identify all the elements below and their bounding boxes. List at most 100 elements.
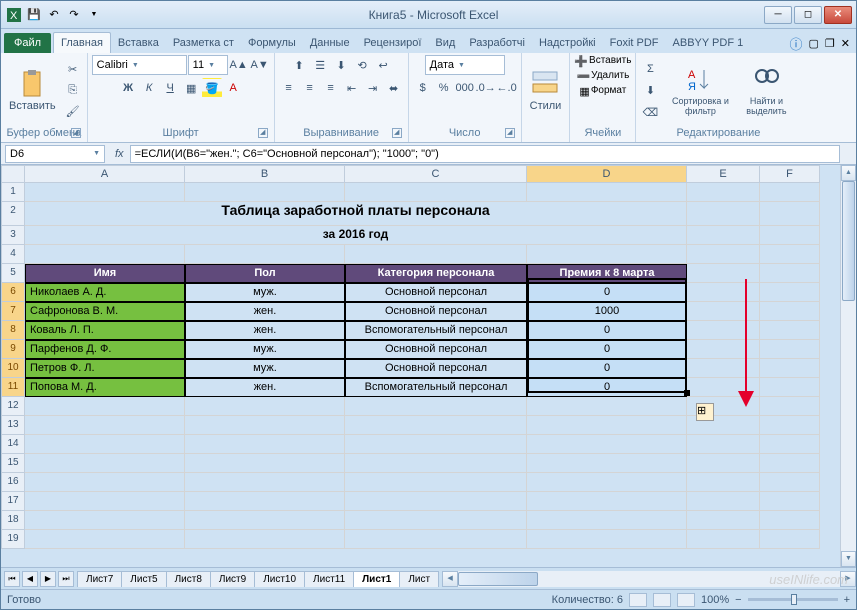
bonus-cell[interactable]: 0: [527, 283, 687, 302]
row-header[interactable]: 9: [1, 340, 25, 359]
close-workbook-icon[interactable]: ✕: [841, 37, 850, 50]
row-header[interactable]: 19: [1, 530, 25, 549]
tab-home[interactable]: Главная: [53, 32, 111, 53]
italic-button[interactable]: К: [139, 78, 159, 98]
sex-cell[interactable]: жен.: [185, 321, 345, 340]
cell[interactable]: [185, 245, 345, 264]
cell[interactable]: [760, 245, 820, 264]
autosum-button[interactable]: Σ: [640, 59, 660, 79]
paste-button[interactable]: Вставить: [5, 68, 60, 114]
fill-handle[interactable]: [684, 390, 690, 396]
scroll-down[interactable]: ▼: [841, 551, 856, 567]
align-right[interactable]: ≡: [321, 78, 341, 98]
bonus-cell[interactable]: 1000: [527, 302, 687, 321]
tab-layout[interactable]: Разметка ст: [166, 33, 241, 53]
cell[interactable]: [185, 530, 345, 549]
row-header[interactable]: 17: [1, 492, 25, 511]
copy-button[interactable]: ⎘: [63, 81, 83, 101]
cell[interactable]: [687, 183, 760, 202]
cell[interactable]: [527, 492, 687, 511]
row-header[interactable]: 14: [1, 435, 25, 454]
col-B[interactable]: B: [185, 165, 345, 183]
inc-decimal[interactable]: .0→: [476, 78, 496, 98]
sex-cell[interactable]: жен.: [185, 378, 345, 397]
cell[interactable]: [527, 473, 687, 492]
bonus-cell[interactable]: 0: [527, 359, 687, 378]
col-E[interactable]: E: [687, 165, 760, 183]
cell[interactable]: [760, 416, 820, 435]
cell[interactable]: [25, 473, 185, 492]
cell[interactable]: [760, 530, 820, 549]
category-cell[interactable]: Основной персонал: [345, 283, 527, 302]
qat-dropdown[interactable]: ▼: [85, 6, 103, 24]
format-painter-button[interactable]: 🖌: [63, 102, 83, 122]
tab-data[interactable]: Данные: [303, 33, 357, 53]
alignment-launcher[interactable]: ◢: [392, 128, 402, 138]
cell[interactable]: [345, 511, 527, 530]
clear-button[interactable]: ⌫: [640, 103, 660, 123]
category-cell[interactable]: Основной персонал: [345, 359, 527, 378]
wrap-text[interactable]: ↩: [373, 55, 393, 75]
row-header[interactable]: 5: [1, 264, 25, 283]
name-box[interactable]: D6▼: [5, 145, 105, 163]
cell[interactable]: [185, 454, 345, 473]
cell[interactable]: [185, 473, 345, 492]
border-button[interactable]: ▦: [181, 78, 201, 98]
number-format-combo[interactable]: Дата▼: [425, 55, 505, 75]
row-header[interactable]: 13: [1, 416, 25, 435]
sheet-tab[interactable]: Лист7: [77, 571, 122, 587]
fill-button[interactable]: ⬇: [640, 81, 660, 101]
name-cell[interactable]: Коваль Л. П.: [25, 321, 185, 340]
cut-button[interactable]: ✂: [63, 60, 83, 80]
view-pagebreak[interactable]: [677, 593, 695, 607]
tab-developer[interactable]: Разработчі: [462, 33, 532, 53]
cell[interactable]: [687, 245, 760, 264]
align-top[interactable]: ⬆: [289, 55, 309, 75]
cell[interactable]: [527, 530, 687, 549]
clipboard-launcher[interactable]: ◢: [71, 128, 81, 138]
cell[interactable]: [345, 454, 527, 473]
col-D[interactable]: D: [527, 165, 687, 183]
cell[interactable]: [527, 511, 687, 530]
tab-nav-prev[interactable]: ◀: [22, 571, 38, 587]
find-select-button[interactable]: Найти и выделить: [736, 64, 796, 118]
align-left[interactable]: ≡: [279, 78, 299, 98]
table-header[interactable]: Имя: [25, 264, 185, 283]
cell[interactable]: [345, 416, 527, 435]
font-name-combo[interactable]: Calibri▼: [92, 55, 187, 75]
merge-center[interactable]: ⬌: [384, 78, 404, 98]
font-size-combo[interactable]: 11▼: [188, 55, 228, 75]
sex-cell[interactable]: муж.: [185, 359, 345, 378]
name-cell[interactable]: Попова М. Д.: [25, 378, 185, 397]
zoom-in[interactable]: +: [844, 594, 850, 606]
cell[interactable]: [760, 435, 820, 454]
row-header[interactable]: 18: [1, 511, 25, 530]
cell[interactable]: [760, 492, 820, 511]
cell[interactable]: [687, 511, 760, 530]
number-launcher[interactable]: ◢: [505, 128, 515, 138]
cell[interactable]: [345, 397, 527, 416]
minimize-button[interactable]: ─: [764, 6, 792, 24]
delete-cells[interactable]: Удалить: [591, 70, 629, 83]
zoom-out[interactable]: −: [735, 594, 741, 606]
sheet-tab[interactable]: Лист5: [121, 571, 166, 587]
cell[interactable]: [760, 511, 820, 530]
font-launcher[interactable]: ◢: [258, 128, 268, 138]
qat-undo[interactable]: ↶: [45, 6, 63, 24]
shrink-font[interactable]: A▼: [250, 55, 270, 75]
row-header[interactable]: 6: [1, 283, 25, 302]
tab-file[interactable]: Файл: [4, 33, 51, 53]
cell[interactable]: [527, 245, 687, 264]
cell[interactable]: [527, 454, 687, 473]
align-middle[interactable]: ☰: [310, 55, 330, 75]
qat-redo[interactable]: ↷: [65, 6, 83, 24]
cell[interactable]: [25, 397, 185, 416]
cell[interactable]: [185, 397, 345, 416]
maximize-button[interactable]: ◻: [794, 6, 822, 24]
qat-save[interactable]: 💾: [25, 6, 43, 24]
table-header[interactable]: Категория персонала: [345, 264, 527, 283]
bonus-cell[interactable]: 0: [527, 321, 687, 340]
cell[interactable]: [527, 435, 687, 454]
hscroll-left[interactable]: ◀: [442, 571, 458, 587]
row-header[interactable]: 11: [1, 378, 25, 397]
